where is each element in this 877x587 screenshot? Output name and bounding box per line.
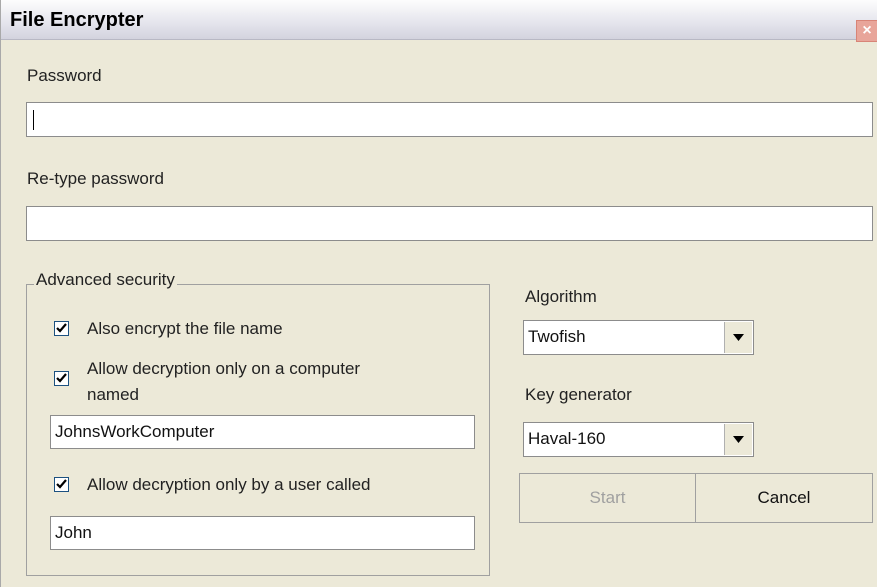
computer-restriction-checkbox[interactable]: [54, 371, 69, 386]
algorithm-label: Algorithm: [525, 287, 597, 306]
advanced-security-title: Advanced security: [34, 270, 177, 290]
algorithm-selected-value: Twofish: [528, 327, 586, 346]
chevron-down-icon: [733, 436, 744, 443]
user-name-input[interactable]: John: [50, 516, 475, 550]
key-generator-selected-value: Haval-160: [528, 429, 606, 448]
retype-password-input[interactable]: [26, 206, 873, 241]
algorithm-select[interactable]: Twofish: [523, 320, 754, 355]
window-title: File Encrypter: [10, 9, 144, 31]
checkmark-icon: [56, 373, 67, 383]
computer-restriction-label-line1[interactable]: Allow decryption only on a computer: [87, 358, 360, 380]
key-generator-select[interactable]: Haval-160: [523, 422, 754, 457]
cancel-button[interactable]: Cancel: [695, 473, 873, 523]
title-bar[interactable]: File Encrypter ×: [1, 0, 877, 42]
encrypt-filename-label[interactable]: Also encrypt the file name: [87, 318, 283, 340]
close-icon[interactable]: ×: [856, 20, 877, 42]
computer-name-value: JohnsWorkComputer: [55, 422, 215, 441]
computer-name-input[interactable]: JohnsWorkComputer: [50, 415, 475, 449]
computer-restriction-label-line2[interactable]: named: [87, 384, 139, 406]
password-input[interactable]: [26, 102, 873, 137]
key-generator-label: Key generator: [525, 385, 632, 404]
file-encrypter-window: File Encrypter × Password Re-type passwo…: [0, 0, 877, 587]
start-button[interactable]: Start: [519, 473, 696, 523]
text-caret: [33, 110, 34, 130]
checkmark-icon: [56, 479, 67, 489]
checkmark-icon: [56, 323, 67, 333]
key-generator-dropdown-button[interactable]: [724, 424, 752, 455]
user-restriction-checkbox[interactable]: [54, 477, 69, 492]
user-restriction-label[interactable]: Allow decryption only by a user called: [87, 474, 370, 496]
chevron-down-icon: [733, 334, 744, 341]
retype-password-label: Re-type password: [27, 169, 165, 188]
password-label: Password: [27, 66, 102, 85]
user-name-value: John: [55, 523, 92, 542]
encrypt-filename-checkbox[interactable]: [54, 321, 69, 336]
algorithm-dropdown-button[interactable]: [724, 322, 752, 353]
